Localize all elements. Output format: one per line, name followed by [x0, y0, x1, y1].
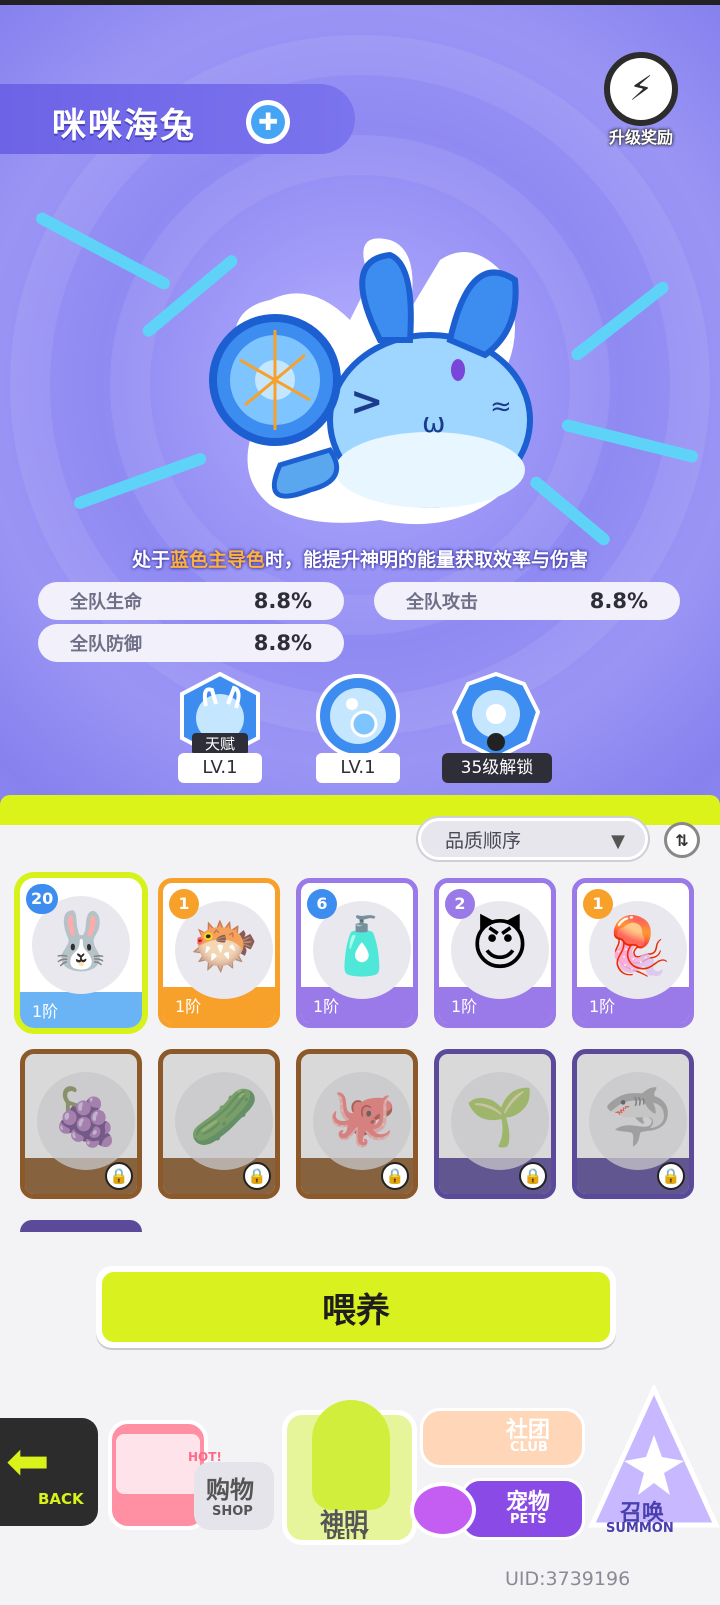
cucumber-pet-icon: 🥒 — [189, 1085, 259, 1150]
nav-shop-en: SHOP — [212, 1504, 253, 1519]
svg-text:≈: ≈ — [490, 392, 512, 422]
pet-tier: 1阶 — [32, 1002, 59, 1021]
stat-label: 全队攻击 — [406, 592, 478, 613]
pet-portrait — [451, 1072, 549, 1170]
pet-name: 咪咪海兔 — [52, 106, 196, 146]
lock-icon: 🔒 — [657, 1162, 685, 1190]
lock-icon: 🔒 — [519, 1162, 547, 1190]
lock-icon: 🔒 — [105, 1162, 133, 1190]
svg-text:>: > — [350, 379, 384, 425]
stat-label: 全队生命 — [70, 592, 142, 613]
pet-portrait — [175, 1072, 273, 1170]
nav-pets[interactable]: 宠物 PETS — [410, 1472, 590, 1552]
back-button[interactable]: ⬅ BACK — [0, 1418, 98, 1526]
skill-bubble[interactable]: LV.1 — [308, 672, 408, 783]
shark-pet-icon: 🦈 — [603, 1085, 673, 1150]
skill-talent[interactable]: 天赋 LV.1 — [170, 672, 270, 783]
stat-label: 全队防御 — [70, 634, 142, 655]
pet-count-badge: 1 — [169, 889, 199, 919]
dominant-color-highlight: 蓝色主导色 — [169, 549, 265, 571]
skill-locked[interactable]: 35级解锁 — [442, 672, 552, 783]
pet-blob-icon — [410, 1482, 476, 1538]
pet-tier: 1阶 — [589, 997, 616, 1016]
lightning-reward-icon: ⚡ — [604, 52, 678, 126]
pufferfish-pet-icon: 🐡 — [189, 914, 259, 979]
lightbulb-jelly-pet-icon: 🪼 — [603, 914, 673, 979]
skill-level: LV.1 — [178, 753, 262, 783]
pet-count-badge: 20 — [26, 884, 59, 914]
pet-ability-description: 处于蓝色主导色时，能提升神明的能量获取效率与伤害 — [131, 549, 589, 571]
chevron-down-icon: ▼ — [611, 831, 625, 852]
nav-shop-cn: 购物 — [206, 1476, 254, 1504]
stat-value: 8.8% — [589, 589, 648, 613]
pet-card-locked[interactable]: 🥒 🔒 — [158, 1049, 280, 1199]
nav-summon[interactable]: 召唤 SUMMON — [584, 1385, 720, 1545]
pet-portrait — [313, 1072, 411, 1170]
stat-value: 8.8% — [253, 631, 312, 655]
pet-portrait — [37, 1072, 135, 1170]
pet-count-badge: 2 — [445, 889, 475, 919]
pet-card-locked[interactable]: 🦈 🔒 — [572, 1049, 694, 1199]
pet-card[interactable]: 😈 2 1阶 — [434, 878, 556, 1028]
pet-card-locked[interactable]: 🐙 🔒 — [296, 1049, 418, 1199]
bat-cat-pet-icon: 😈 — [470, 913, 530, 978]
pet-tier: 1阶 — [451, 997, 478, 1016]
octopus-pet-icon: 🐙 — [327, 1085, 397, 1150]
pet-count-badge: 1 — [583, 889, 613, 919]
bubble-skill-icon — [316, 674, 400, 758]
nav-club-en: CLUB — [510, 1440, 548, 1455]
stat-team-defense: 全队防御 8.8% — [38, 624, 344, 662]
upgrade-reward-button[interactable]: ⚡ 升级奖励 — [596, 52, 686, 148]
pet-card-locked[interactable]: 🌱 🔒 — [434, 1049, 556, 1199]
plus-element-icon[interactable]: ✚ — [246, 100, 290, 144]
bottle-pet-icon: 🧴 — [327, 914, 397, 979]
nav-shop[interactable]: 购物 SHOP HOT! — [108, 1390, 278, 1540]
pet-card-locked[interactable]: 🍇 🔒 — [20, 1049, 142, 1199]
feed-button[interactable]: 喂养 — [96, 1266, 616, 1348]
pet-card[interactable]: 🐡 1 1阶 — [158, 878, 280, 1028]
nav-deity-en: DEITY — [326, 1528, 369, 1543]
pet-card[interactable]: 🐰 20 1阶 — [20, 878, 142, 1028]
stat-team-hp: 全队生命 8.8% — [38, 582, 344, 620]
sprout-pet-icon: 🌱 — [465, 1085, 535, 1150]
skill-unlock-requirement: 35级解锁 — [442, 753, 552, 783]
club-bag-icon — [420, 1408, 585, 1468]
pet-card-peek — [20, 1220, 142, 1232]
lock-icon: 🔒 — [243, 1162, 271, 1190]
nav-summon-en: SUMMON — [606, 1521, 674, 1536]
feed-button-label: 喂养 — [102, 1272, 610, 1342]
pet-card[interactable]: 🧴 6 1阶 — [296, 878, 418, 1028]
sea-hare-pet-icon: 🐰 — [46, 909, 116, 974]
nav-club[interactable]: 社团 CLUB — [420, 1400, 590, 1470]
talent-tag: 天赋 — [192, 733, 248, 755]
pet-tier: 1阶 — [313, 997, 340, 1016]
upgrade-reward-label: 升级奖励 — [608, 128, 673, 147]
sort-order-value: 品质顺序 — [445, 829, 522, 852]
grape-pet-icon: 🍇 — [51, 1085, 121, 1150]
sea-hare-pet-image: > ω ≈ — [209, 238, 533, 525]
lock-icon: 🔒 — [381, 1162, 409, 1190]
pet-tier: 1阶 — [175, 997, 202, 1016]
sort-order-select[interactable]: 品质顺序 ▼ — [418, 818, 648, 860]
skill-level: LV.1 — [316, 753, 400, 783]
nav-shop-hot: HOT! — [188, 1450, 222, 1464]
stat-team-attack: 全队攻击 8.8% — [374, 582, 680, 620]
pet-card[interactable]: 🪼 1 1阶 — [572, 878, 694, 1028]
nav-pets-en: PETS — [510, 1512, 547, 1527]
flower-locked-skill-icon — [452, 672, 540, 760]
back-arrow-icon: ⬅ — [6, 1432, 50, 1492]
nav-deity[interactable]: 神明 DEITY — [282, 1390, 422, 1550]
pet-portrait — [589, 1072, 687, 1170]
svg-text:ω: ω — [422, 406, 445, 439]
user-id: UID:3739196 — [505, 1568, 631, 1590]
pet-count-badge: 6 — [307, 889, 337, 919]
back-label: BACK — [38, 1490, 84, 1508]
stat-value: 8.8% — [253, 589, 312, 613]
swap-order-icon[interactable]: ⇅ — [664, 822, 700, 858]
